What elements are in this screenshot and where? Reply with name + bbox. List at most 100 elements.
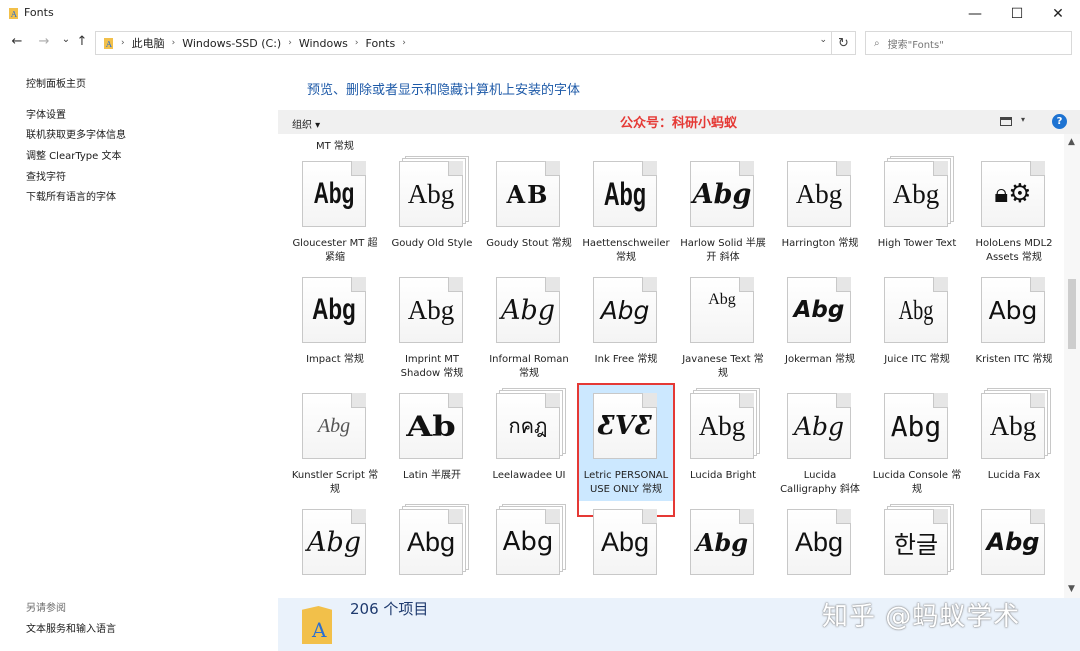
search-placeholder: 搜索"Fonts" xyxy=(887,39,944,51)
minimize-button[interactable]: — xyxy=(955,0,995,28)
font-sample: Abg xyxy=(306,526,362,558)
command-bar: 组织 ▾ 公众号：科研小蚂蚁 ▾ ? xyxy=(278,110,1080,134)
font-file-icon: Abg xyxy=(302,275,370,343)
font-item[interactable]: Abg High Tower Text xyxy=(870,153,964,269)
font-item[interactable]: Abg xyxy=(967,501,1061,598)
font-item[interactable]: Abg Kunstler Script 常规 xyxy=(288,385,382,501)
maximize-button[interactable]: ☐ xyxy=(997,0,1037,28)
sidebar-link-control-panel-home[interactable]: 控制面板主页 xyxy=(26,75,86,90)
font-sample: Abg xyxy=(898,294,934,325)
sidebar-link-get-more-fonts[interactable]: 联机获取更多字体信息 xyxy=(26,126,126,141)
sidebar-link-find-character[interactable]: 查找字符 xyxy=(26,168,66,183)
font-name-label: Lucida Console 常规 xyxy=(872,470,962,495)
font-sample: Abg xyxy=(406,526,456,557)
font-name-label: Goudy Stout 常规 xyxy=(486,238,572,249)
sidebar-link-download-fonts[interactable]: 下载所有语言的字体 xyxy=(26,188,116,203)
font-name-label: Ink Free 常规 xyxy=(594,354,658,365)
font-item[interactable]: Abg Informal Roman 常规 xyxy=(482,269,576,385)
font-item[interactable]: Abg xyxy=(288,501,382,598)
font-item[interactable]: Ab Latin 半展开 xyxy=(385,385,479,501)
font-item[interactable]: Abg Imprint MT Shadow 常规 xyxy=(385,269,479,385)
font-item[interactable]: Abg Haettenschweiler 常规 xyxy=(579,153,673,269)
font-item[interactable]: Abg xyxy=(385,501,479,598)
font-item[interactable]: Abg xyxy=(676,501,770,598)
font-sample: Abg xyxy=(795,178,843,209)
font-item[interactable]: Abg xyxy=(773,501,867,598)
address-dropdown-button[interactable]: ⌄ xyxy=(819,35,827,45)
font-item[interactable]: Abg Impact 常规 xyxy=(288,269,382,385)
font-file-icon: Abg xyxy=(496,504,566,575)
view-dropdown-icon[interactable]: ▾ xyxy=(1021,115,1025,124)
font-file-icon: Abg xyxy=(787,507,855,575)
font-file-icon: Abg xyxy=(399,275,467,343)
font-item[interactable]: Abg Kristen ITC 常规 xyxy=(967,269,1061,385)
font-sample: Abg xyxy=(600,526,650,557)
font-sample: Abg xyxy=(794,526,844,557)
help-button[interactable]: ? xyxy=(1052,114,1067,129)
address-bar[interactable]: A › 此电脑 › Windows-SSD (C:) › Windows › F… xyxy=(95,31,832,55)
font-file-icon: Abg xyxy=(690,275,758,343)
font-item[interactable]: Abg Jokerman 常规 xyxy=(773,269,867,385)
font-item[interactable]: Abg Lucida Calligraphy 斜体 xyxy=(773,385,867,501)
sidebar-link-cleartype[interactable]: 调整 ClearType 文本 xyxy=(26,147,121,162)
font-sample: AB xyxy=(506,179,550,209)
font-name-label: HoloLens MDL2 Assets 常规 xyxy=(975,238,1053,263)
sidebar-link-text-services[interactable]: 文本服务和输入语言 xyxy=(26,620,116,635)
font-item[interactable]: Abg Lucida Fax xyxy=(967,385,1061,501)
font-file-icon: Abg xyxy=(399,156,469,227)
font-file-icon: Abg xyxy=(787,391,855,459)
font-item[interactable]: 한글 xyxy=(870,501,964,598)
scroll-up-icon[interactable]: ▲ xyxy=(1068,137,1075,147)
font-sample: Abg xyxy=(502,527,554,557)
font-file-icon: Abg xyxy=(399,504,469,575)
font-file-icon: กคฎ xyxy=(496,388,566,459)
font-item[interactable]: 🔒︎⚙ HoloLens MDL2 Assets 常规 xyxy=(967,153,1061,269)
font-sample: 한글 xyxy=(893,530,939,559)
font-sample: Abg xyxy=(698,410,746,441)
font-sample: Abg xyxy=(986,528,1040,556)
crumb-this-pc[interactable]: 此电脑 xyxy=(132,35,165,51)
up-button[interactable]: ↑ xyxy=(74,34,90,49)
sidebar-link-font-settings[interactable]: 字体设置 xyxy=(26,106,66,121)
font-item[interactable]: กคฎ Leelawadee UI xyxy=(482,385,576,501)
font-sample: 🔒︎⚙ xyxy=(994,178,1032,209)
font-file-icon: Abg xyxy=(302,507,370,575)
content-pane: 预览、删除或者显示和隐藏计算机上安装的字体 组织 ▾ 公众号：科研小蚂蚁 ▾ ?… xyxy=(278,58,1080,651)
organize-button[interactable]: 组织 ▾ xyxy=(292,116,320,131)
font-sample: Abg xyxy=(500,294,556,326)
font-item[interactable]: Abg Juice ITC 常规 xyxy=(870,269,964,385)
font-item[interactable]: Abg xyxy=(579,501,673,598)
font-item[interactable]: Abg Harlow Solid 半展开 斜体 xyxy=(676,153,770,269)
scroll-down-icon[interactable]: ▼ xyxy=(1068,584,1075,594)
close-button[interactable]: ✕ xyxy=(1038,0,1078,28)
font-name-label: Harlow Solid 半展开 斜体 xyxy=(680,238,766,263)
font-sample: Abg xyxy=(988,295,1038,325)
title-bar: A Fonts — ☐ ✕ xyxy=(0,0,1080,28)
vertical-scrollbar[interactable]: ▲ ▼ xyxy=(1064,134,1080,598)
font-item[interactable]: AB Goudy Stout 常规 xyxy=(482,153,576,269)
back-button[interactable]: ← xyxy=(9,34,25,49)
font-item[interactable]: Abg Ink Free 常规 xyxy=(579,269,673,385)
font-sample: Abg xyxy=(890,409,942,443)
crumb-fonts[interactable]: Fonts xyxy=(366,37,396,50)
refresh-button[interactable]: ↻ xyxy=(832,31,856,55)
font-item[interactable]: Abg Javanese Text 常规 xyxy=(676,269,770,385)
font-item[interactable]: Abg Lucida Console 常规 xyxy=(870,385,964,501)
breadcrumb-separator: › xyxy=(288,38,292,48)
search-input[interactable]: ⌕ 搜索"Fonts" xyxy=(865,31,1072,55)
recent-locations-button[interactable]: ⌄ xyxy=(58,34,74,45)
crumb-windows[interactable]: Windows xyxy=(299,37,348,50)
address-row: ← → ⌄ ↑ A › 此电脑 › Windows-SSD (C:) › Win… xyxy=(0,28,1080,58)
font-sample: Abg xyxy=(317,414,351,437)
forward-button[interactable]: → xyxy=(36,34,52,49)
view-icon[interactable] xyxy=(1000,117,1012,126)
font-item[interactable]: Abg Goudy Old Style xyxy=(385,153,479,269)
font-item[interactable]: Abg Gloucester MT 超紧缩 xyxy=(288,153,382,269)
font-name-label: Lucida Calligraphy 斜体 xyxy=(780,470,860,495)
font-item[interactable]: Abg Lucida Bright xyxy=(676,385,770,501)
scroll-thumb[interactable] xyxy=(1068,279,1076,349)
crumb-drive[interactable]: Windows-SSD (C:) xyxy=(182,37,281,50)
details-pane: A 206 个项目 知乎 @蚂蚁学术 xyxy=(278,598,1080,651)
font-item[interactable]: Abg Harrington 常规 xyxy=(773,153,867,269)
font-item[interactable]: Abg xyxy=(482,501,576,598)
